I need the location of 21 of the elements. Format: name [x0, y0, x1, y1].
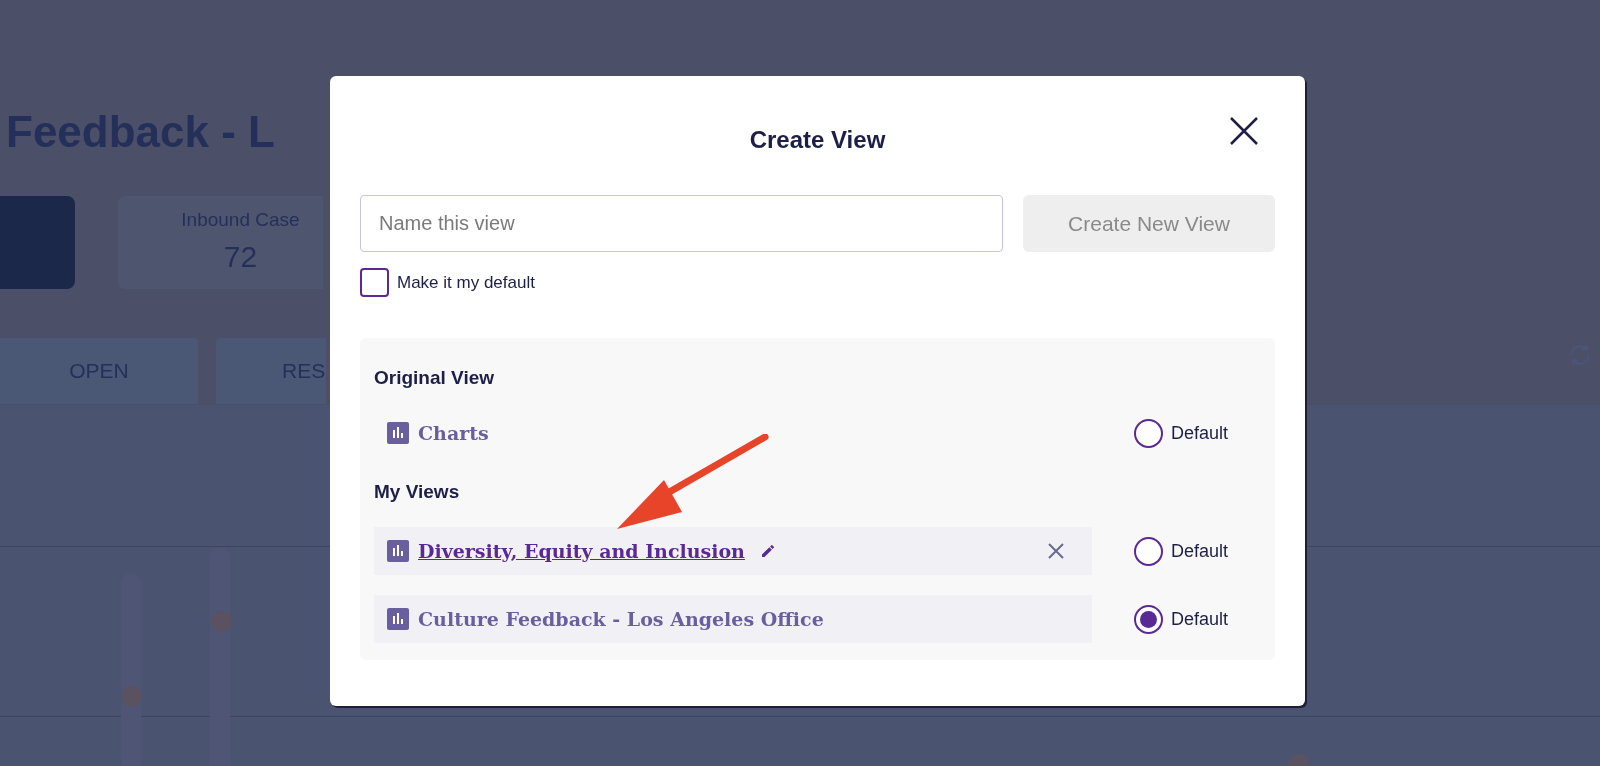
radio-label: Default — [1171, 607, 1229, 631]
bar-chart-icon — [387, 422, 409, 444]
view-link[interactable]: Diversity, Equity and Inclusion — [418, 536, 745, 566]
section-heading: My Views — [374, 479, 460, 504]
view-link[interactable]: Culture Feedback - Los Angeles Office — [418, 604, 824, 634]
close-icon[interactable] — [1047, 542, 1065, 560]
radio-label: Default — [1171, 421, 1229, 445]
checkbox-label: Make it my default — [397, 271, 535, 294]
bar-chart-icon — [387, 540, 409, 562]
dialog-title: Create View — [749, 125, 886, 155]
radio-label: Default — [1171, 539, 1229, 563]
view-name-field[interactable]: Name this view — [360, 195, 1003, 252]
bar-chart-icon — [387, 608, 409, 630]
close-icon — [1229, 116, 1259, 146]
default-checkbox[interactable] — [360, 268, 389, 297]
default-radio[interactable] — [1134, 604, 1163, 634]
section-heading: Original View — [374, 365, 495, 390]
default-radio[interactable] — [1134, 536, 1163, 566]
pencil-icon[interactable] — [759, 543, 776, 559]
default-radio[interactable] — [1134, 418, 1163, 448]
view-link[interactable]: Charts — [418, 418, 489, 448]
